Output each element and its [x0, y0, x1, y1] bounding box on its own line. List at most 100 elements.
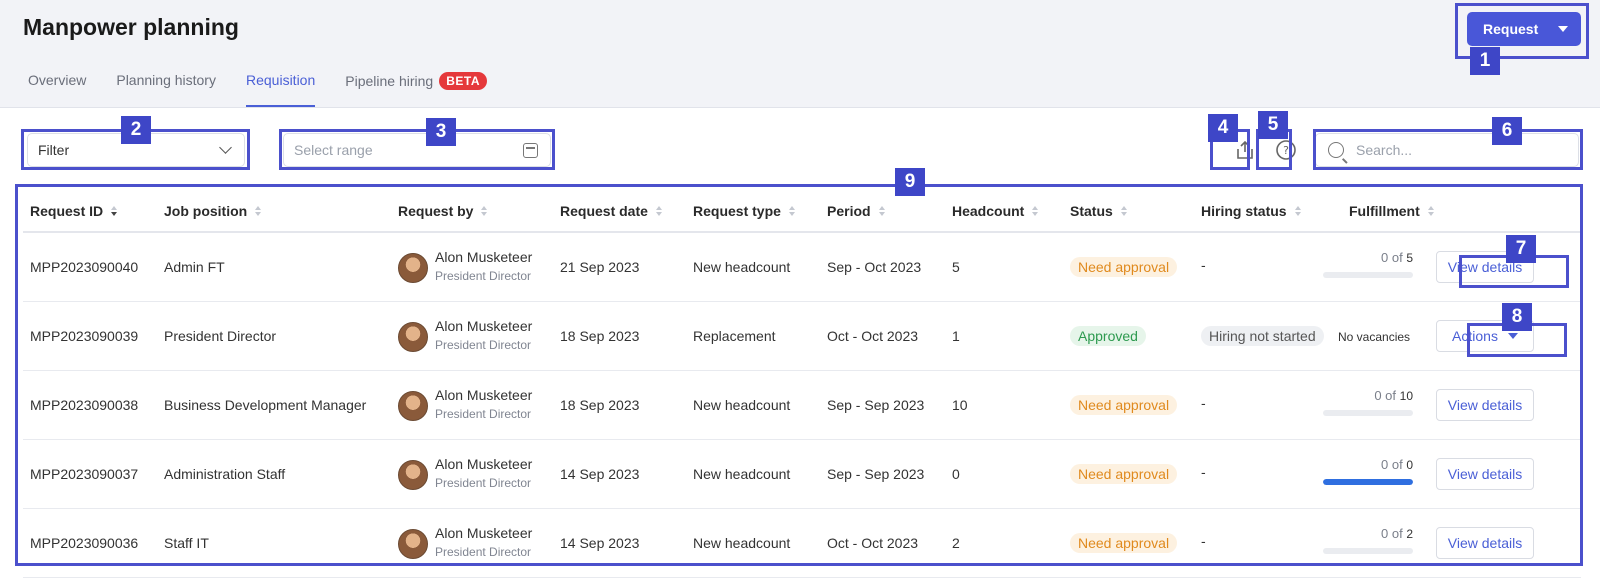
marker-number-2: 2: [121, 116, 151, 144]
column-fulfillment[interactable]: Fulfillment: [1349, 203, 1434, 219]
tab-overview[interactable]: Overview: [28, 72, 86, 108]
column-request-by[interactable]: Request by: [398, 203, 488, 219]
column-status[interactable]: Status: [1070, 203, 1127, 219]
status-badge: Need approval: [1070, 395, 1178, 415]
request-date: 14 Sep 2023: [560, 535, 640, 551]
column-label: Status: [1070, 203, 1113, 219]
fulfillment-count: 0 of: [1381, 250, 1407, 265]
view-details-button[interactable]: View details: [1436, 458, 1534, 490]
status-badge: Approved: [1070, 326, 1146, 346]
hiring-status-cell: -: [1201, 464, 1206, 480]
column-label: Request type: [693, 203, 781, 219]
fulfillment-progress-fill: [1323, 479, 1413, 485]
job-position: Staff IT: [164, 535, 209, 551]
fulfillment-count: 0 of: [1381, 526, 1407, 541]
marker-number-8: 8: [1502, 303, 1532, 331]
requester-title: President Director: [435, 338, 532, 352]
requester: Alon Musketeer President Director: [435, 525, 532, 559]
column-request-type[interactable]: Request type: [693, 203, 795, 219]
calendar-icon: [523, 143, 538, 158]
request-type: New headcount: [693, 466, 791, 482]
page-header: Manpower planning Overview Planning hist…: [0, 0, 1600, 108]
table-row: MPP2023090036 Staff IT Alon Musketeer Pr…: [23, 509, 1581, 578]
table-row: MPP2023090039 President Director Alon Mu…: [23, 302, 1581, 371]
tab-requisition[interactable]: Requisition: [245, 72, 316, 108]
view-details-button[interactable]: View details: [1436, 389, 1534, 421]
sort-icon: [255, 206, 262, 216]
fulfillment-text: 0 of 5: [1323, 250, 1413, 265]
fulfillment-progress-bar: [1323, 548, 1413, 554]
fulfillment-text: 0 of 0: [1323, 457, 1413, 472]
search-input[interactable]: Search...: [1315, 133, 1579, 167]
headcount: 10: [952, 397, 968, 413]
marker-number-5: 5: [1258, 111, 1288, 139]
hiring-status-badge: Hiring not started: [1201, 326, 1324, 346]
requester: Alon Musketeer President Director: [435, 318, 532, 352]
avatar: [398, 460, 428, 490]
column-headcount[interactable]: Headcount: [952, 203, 1039, 219]
sort-icon: [655, 206, 662, 216]
date-range-picker[interactable]: Select range: [283, 133, 551, 167]
column-job-position[interactable]: Job position: [164, 203, 262, 219]
column-label: Hiring status: [1201, 203, 1287, 219]
requester: Alon Musketeer President Director: [435, 387, 532, 421]
hiring-status-cell: -: [1201, 533, 1206, 549]
requisition-table: Request ID Job position Request by Reque…: [23, 188, 1581, 578]
column-label: Fulfillment: [1349, 203, 1420, 219]
tab-planning-history[interactable]: Planning history: [116, 72, 216, 108]
table-row: MPP2023090037 Administration Staff Alon …: [23, 440, 1581, 509]
status-badge: Need approval: [1070, 464, 1178, 484]
caret-down-icon: [1507, 333, 1518, 339]
request-type: Replacement: [693, 328, 776, 344]
avatar: [398, 529, 428, 559]
table-header: Request ID Job position Request by Reque…: [23, 188, 1581, 233]
requester-name: Alon Musketeer: [435, 249, 533, 265]
requester-name: Alon Musketeer: [435, 387, 533, 403]
hiring-status: -: [1201, 395, 1206, 411]
column-request-date[interactable]: Request date: [560, 203, 662, 219]
view-details-button[interactable]: View details: [1436, 527, 1534, 559]
fulfillment-progress-bar: [1323, 410, 1413, 416]
column-period[interactable]: Period: [827, 203, 885, 219]
marker-number-7: 7: [1506, 235, 1536, 263]
request-id: MPP2023090036: [30, 535, 139, 551]
request-date: 21 Sep 2023: [560, 259, 640, 275]
period: Sep - Sep 2023: [827, 397, 925, 413]
column-hiring-status[interactable]: Hiring status: [1201, 203, 1301, 219]
sort-icon: [1120, 206, 1127, 216]
requester: Alon Musketeer President Director: [435, 456, 532, 490]
requester-name: Alon Musketeer: [435, 318, 533, 334]
job-position: Administration Staff: [164, 466, 286, 482]
tab-pipeline-hiring[interactable]: Pipeline hiring BETA: [345, 72, 487, 108]
avatar: [398, 322, 428, 352]
headcount: 1: [952, 328, 960, 344]
fulfillment: 0 of 2: [1323, 526, 1413, 554]
fulfillment-text: 0 of 10: [1323, 388, 1413, 403]
hiring-status: -: [1201, 257, 1206, 273]
request-id: MPP2023090037: [30, 466, 139, 482]
caret-down-icon: [1558, 26, 1569, 32]
period: Oct - Oct 2023: [827, 535, 919, 551]
hiring-status-cell: -: [1201, 395, 1206, 411]
requester-name: Alon Musketeer: [435, 456, 533, 472]
chevron-down-icon: [219, 141, 232, 154]
status-cell: Need approval: [1070, 257, 1178, 277]
headcount: 0: [952, 466, 960, 482]
marker-number-3: 3: [426, 118, 456, 146]
fulfillment-note: No vacancies: [1338, 330, 1411, 344]
fulfillment-progress-bar: [1323, 272, 1413, 278]
beta-badge: BETA: [439, 72, 487, 90]
column-request-id[interactable]: Request ID: [30, 203, 118, 219]
request-id: MPP2023090039: [30, 328, 139, 344]
period: Oct - Oct 2023: [827, 328, 919, 344]
sort-icon: [481, 206, 488, 216]
request-button[interactable]: Request: [1467, 12, 1581, 46]
search-icon: [1328, 142, 1344, 158]
status-cell: Need approval: [1070, 395, 1178, 415]
table-row: MPP2023090040 Admin FT Alon Musketeer Pr…: [23, 233, 1581, 302]
range-placeholder: Select range: [294, 142, 373, 158]
fulfillment-total: 0: [1406, 458, 1413, 472]
sort-icon: [1427, 206, 1434, 216]
column-label: Job position: [164, 203, 248, 219]
request-date: 18 Sep 2023: [560, 397, 640, 413]
